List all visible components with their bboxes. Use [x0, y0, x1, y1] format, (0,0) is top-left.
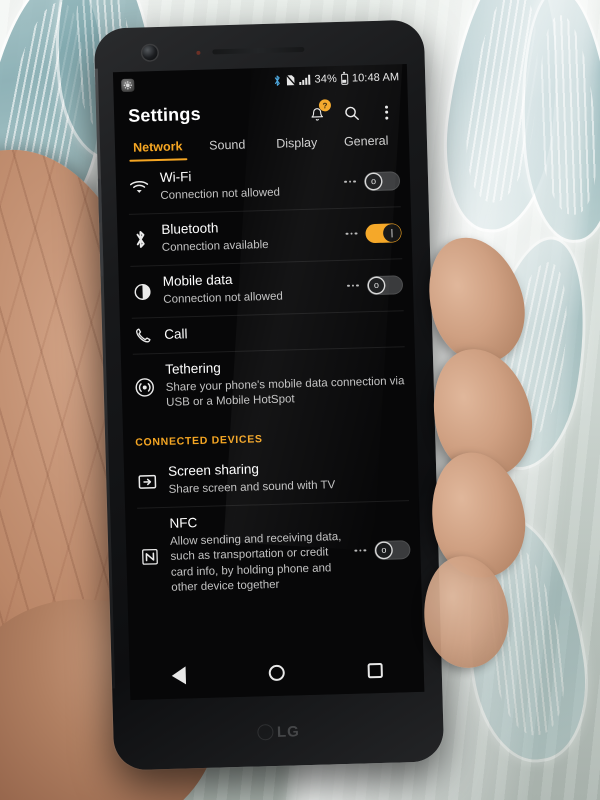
battery-icon — [340, 73, 349, 85]
list-item-title: Bluetooth — [161, 220, 219, 237]
header-actions: ? — [307, 99, 397, 124]
back-button[interactable] — [159, 660, 198, 691]
nfc-icon — [138, 547, 161, 567]
list-item-subtitle: Connection not allowed — [160, 186, 281, 202]
wifi-toggle[interactable]: o — [363, 170, 401, 191]
phone-device: 34% 10:48 AM Settings ? Network Sound Di… — [93, 19, 445, 771]
phone-chin: LG — [113, 693, 445, 770]
bluetooth-more-button[interactable] — [345, 232, 358, 236]
tab-general[interactable]: General — [331, 127, 401, 156]
lg-brand-logo: LG — [256, 722, 301, 741]
list-item-wifi[interactable]: Wi-Fi Connection not allowed o — [115, 154, 410, 214]
home-circle-icon — [268, 664, 285, 682]
list-item-tethering[interactable]: Tethering Share your phone's mobile data… — [121, 346, 417, 421]
toggle-knob: o — [368, 277, 385, 293]
notification-badge: ? — [318, 99, 332, 112]
home-button[interactable] — [257, 657, 296, 688]
nfc-toggle[interactable]: o — [374, 539, 411, 560]
battery-percent-label: 34% — [314, 72, 338, 86]
search-button[interactable] — [342, 103, 362, 123]
tab-display[interactable]: Display — [262, 129, 332, 158]
toggle-knob: | — [384, 224, 400, 241]
overflow-menu-button[interactable] — [377, 102, 397, 122]
call-icon — [132, 326, 154, 345]
tethering-icon — [133, 377, 156, 398]
mobile-data-more-button[interactable] — [347, 284, 360, 288]
wifi-icon — [128, 179, 150, 196]
list-item-subtitle: Share your phone's mobile data connectio… — [165, 375, 405, 410]
photo-scene: 34% 10:48 AM Settings ? Network Sound Di… — [0, 0, 600, 800]
list-item-text: Bluetooth Connection available — [161, 217, 336, 256]
list-item-controls: | — [345, 222, 402, 244]
notification-led — [196, 50, 201, 55]
list-item-subtitle: Connection available — [161, 238, 269, 254]
list-item-controls: o — [344, 170, 401, 192]
list-item-text: Call — [164, 320, 404, 344]
list-item-text: NFC Allow sending and receiving data, su… — [169, 511, 345, 595]
toggle-knob: o — [365, 173, 382, 189]
screen-sharing-icon — [136, 473, 158, 491]
bluetooth-icon — [129, 229, 152, 250]
list-item-nfc[interactable]: NFC Allow sending and receiving data, su… — [125, 500, 422, 606]
back-triangle-icon — [171, 666, 187, 685]
search-icon — [343, 104, 360, 121]
nfc-more-button[interactable] — [354, 549, 367, 553]
front-camera-icon — [142, 44, 158, 61]
android-navigation-bar — [129, 645, 425, 700]
clock-label: 10:48 AM — [351, 71, 400, 85]
list-item-controls: o — [354, 539, 411, 561]
phone-screen: 34% 10:48 AM Settings ? Network Sound Di… — [112, 64, 425, 700]
recents-square-icon — [367, 662, 383, 678]
more-vertical-icon — [384, 105, 389, 120]
bluetooth-icon — [273, 75, 281, 87]
list-item-text: Tethering Share your phone's mobile data… — [165, 355, 406, 411]
lg-wordmark: LG — [276, 722, 301, 741]
lg-circle-mark — [256, 724, 274, 741]
list-item-title: Call — [164, 325, 188, 342]
signal-bars-icon — [299, 74, 311, 86]
recents-button[interactable] — [355, 655, 394, 686]
tab-sound[interactable]: Sound — [192, 131, 262, 160]
list-item-screen-sharing[interactable]: Screen sharing Share screen and sound wi… — [124, 448, 419, 508]
list-item-bluetooth[interactable]: Bluetooth Connection available | — [117, 206, 412, 266]
app-notification-icon — [121, 78, 135, 92]
notifications-button[interactable]: ? — [307, 99, 332, 124]
list-item-subtitle: Allow sending and receiving data, such a… — [169, 531, 342, 594]
bluetooth-toggle[interactable]: | — [365, 222, 402, 243]
wifi-more-button[interactable] — [344, 180, 357, 184]
list-item-title: Mobile data — [162, 272, 233, 290]
list-item-text: Wi-Fi Connection not allowed — [160, 165, 335, 204]
list-item-title: NFC — [169, 515, 198, 532]
mobile-data-icon — [131, 282, 154, 302]
list-item-controls: o — [347, 274, 404, 296]
list-item-text: Mobile data Connection not allowed — [163, 269, 338, 308]
list-item-mobile-data[interactable]: Mobile data Connection not allowed o — [118, 258, 413, 318]
settings-list: Wi-Fi Connection not allowed o Bluetooth… — [115, 154, 421, 606]
no-sim-icon — [285, 74, 296, 86]
list-item-text: Screen sharing Share screen and sound wi… — [168, 458, 409, 499]
list-item-subtitle: Connection not allowed — [163, 290, 283, 306]
status-bar-left — [121, 74, 274, 92]
list-item-title: Wi-Fi — [159, 169, 192, 185]
status-bar-right: 34% 10:48 AM — [273, 71, 399, 87]
earpiece-icon — [212, 46, 305, 55]
page-title: Settings — [127, 103, 202, 126]
tab-network[interactable]: Network — [123, 133, 193, 162]
toggle-knob: o — [376, 542, 392, 558]
mobile-data-toggle[interactable]: o — [366, 274, 404, 295]
